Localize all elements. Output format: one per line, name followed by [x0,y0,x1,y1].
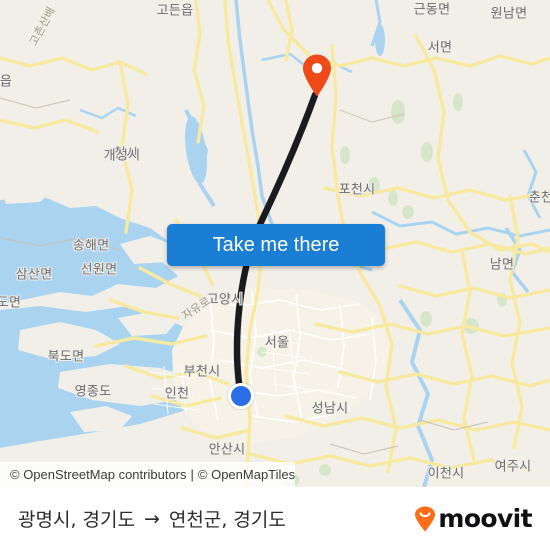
origin-location-dot[interactable] [228,383,254,409]
footer-bar: 광명시, 경기도 → 연천군, 경기도 moovit [0,487,550,550]
arrow-right-icon: → [143,507,160,530]
openmaptiles-attribution-link[interactable]: © OpenMapTiles [198,467,295,482]
route-destination-label: 연천군, 경기도 [168,509,286,531]
attribution-separator: | [190,467,194,482]
route-summary: 광명시, 경기도 → 연천군, 경기도 [18,505,286,532]
openstreetmap-attribution-link[interactable]: © OpenStreetMap contributors [10,467,187,482]
moovit-pin-icon [415,506,436,531]
route-origin-label: 광명시, 경기도 [18,509,135,531]
moovit-wordmark: moovit [438,504,532,533]
moovit-map-screenshot: 고촌산배 고든읍 근동면 원남면 서면 읍 철시 개성시 포천시 춘천 송해면 남면 선원면 삼산면 도면 고… [0,0,550,550]
take-me-there-button[interactable]: Take me there [167,224,385,266]
map-attribution-bar: © OpenStreetMap contributors | © OpenMap… [0,462,296,487]
moovit-logo[interactable]: moovit [414,504,533,533]
map-canvas[interactable]: 고촌산배 고든읍 근동면 원남면 서면 읍 철시 개성시 포천시 춘천 송해면 남면 선원면 삼산면 도면 고… [0,0,550,487]
destination-pin-icon[interactable] [302,54,332,97]
